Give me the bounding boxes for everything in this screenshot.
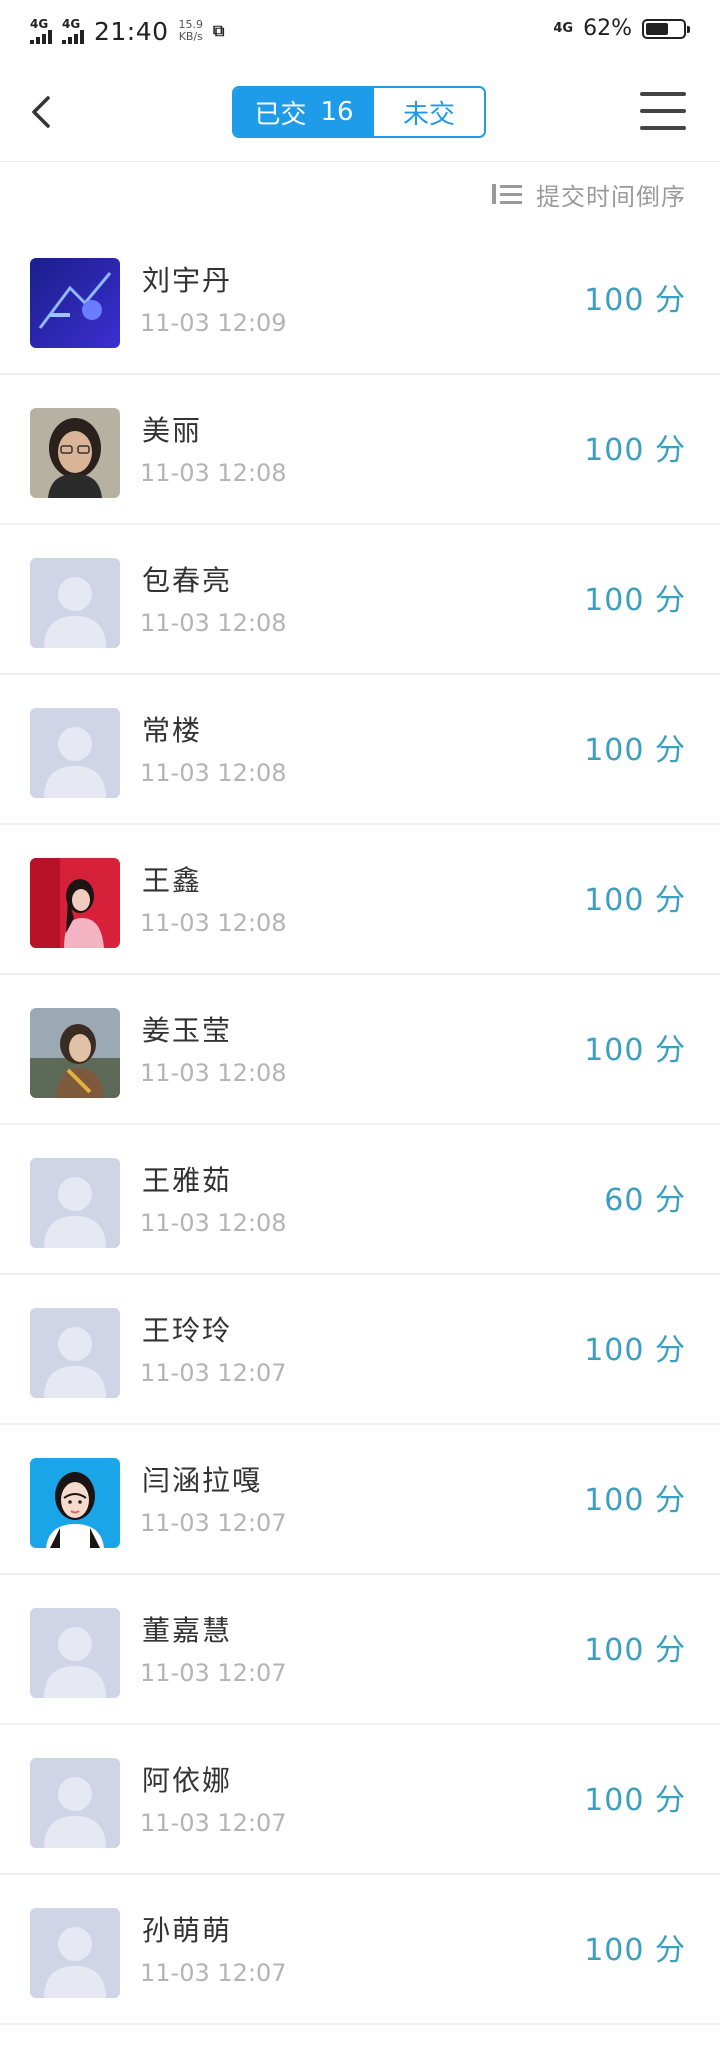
submission-time: 11-03 12:08 <box>140 909 287 937</box>
battery-percent: 62% <box>583 16 632 41</box>
submission-time: 11-03 12:08 <box>140 759 287 787</box>
score: 100 分 <box>584 1633 686 1668</box>
signal-2: 4G <box>62 18 84 44</box>
student-name: 董嘉慧 <box>142 1614 233 1647</box>
tab-submitted-label: 已交 <box>254 99 307 130</box>
battery-fill <box>646 22 669 35</box>
avatar <box>30 258 120 348</box>
network-type: 4G <box>553 21 574 36</box>
submission-time: 11-03 12:07 <box>140 1659 287 1687</box>
tab-submitted-count: 16 <box>320 97 354 127</box>
avatar <box>30 1458 120 1548</box>
submission-time: 11-03 12:07 <box>140 1809 287 1837</box>
submission-row[interactable]: 孙萌萌 11-03 12:07 100 分 <box>0 1875 720 2025</box>
nav-bar: 已交 16 未交 <box>0 62 720 162</box>
network-speed-unit: KB/s <box>178 30 203 43</box>
hamburger-icon <box>640 92 686 96</box>
signal-2-label: 4G <box>62 17 81 31</box>
score: 100 分 <box>584 1033 686 1068</box>
score: 100 分 <box>584 1483 686 1518</box>
avatar <box>30 858 120 948</box>
clock: 21:40 <box>94 16 169 46</box>
submission-row[interactable]: 包春亮 11-03 12:08 100 分 <box>0 525 720 675</box>
avatar <box>30 1308 120 1398</box>
tab-submitted[interactable]: 已交 16 <box>234 88 374 136</box>
avatar <box>30 408 120 498</box>
submission-list: 刘宇丹 11-03 12:09 100 分美丽 11-03 12:08 100 分包春亮… <box>0 225 720 2025</box>
sort-label: 提交时间倒序 <box>536 182 686 211</box>
score: 100 分 <box>584 883 686 918</box>
submission-time: 11-03 12:08 <box>140 1209 287 1237</box>
tab-not-submitted-label: 未交 <box>402 99 455 130</box>
avatar <box>30 1758 120 1848</box>
student-name: 阿依娜 <box>142 1764 233 1797</box>
status-bar-right: 4G 62% <box>553 16 690 41</box>
student-name: 闫涵拉嘎 <box>142 1464 263 1497</box>
avatar <box>30 1158 120 1248</box>
submission-time: 11-03 12:08 <box>140 1059 287 1087</box>
submission-row[interactable]: 阿依娜 11-03 12:07 100 分 <box>0 1725 720 1875</box>
submission-row[interactable]: 王玲玲 11-03 12:07 100 分 <box>0 1275 720 1425</box>
student-name: 刘宇丹 <box>142 264 233 297</box>
avatar <box>30 558 120 648</box>
submission-row[interactable]: 王雅茹 11-03 12:08 60 分 <box>0 1125 720 1275</box>
submission-row[interactable]: 常楼 11-03 12:08 100 分 <box>0 675 720 825</box>
student-name: 美丽 <box>142 414 203 447</box>
score: 100 分 <box>584 1333 686 1368</box>
back-button[interactable] <box>24 86 68 138</box>
student-name: 姜玉莹 <box>142 1014 233 1047</box>
tab-not-submitted[interactable]: 未交 <box>374 88 484 136</box>
notification-icon: ⧉ <box>213 21 225 40</box>
status-bar-left: 4G 4G 21:40 15.9 KB/s ⧉ <box>30 14 224 48</box>
status-bar: 4G 4G 21:40 15.9 KB/s ⧉ 4G 62% <box>0 0 720 62</box>
submission-row[interactable]: 姜玉莹 11-03 12:08 100 分 <box>0 975 720 1125</box>
submission-row[interactable]: 刘宇丹 11-03 12:09 100 分 <box>0 225 720 375</box>
student-name: 王玲玲 <box>142 1314 233 1347</box>
sort-list-icon <box>492 184 522 204</box>
score: 100 分 <box>584 433 686 468</box>
network-speed: 15.9 KB/s <box>179 19 204 43</box>
submission-row[interactable]: 王鑫 11-03 12:08 100 分 <box>0 825 720 975</box>
score: 100 分 <box>584 1933 686 1968</box>
submission-time: 11-03 12:07 <box>140 1509 287 1537</box>
student-name: 孙萌萌 <box>142 1914 233 1947</box>
back-arrow-icon <box>32 96 50 128</box>
signal-1: 4G <box>30 18 52 44</box>
student-name: 王雅茹 <box>142 1164 233 1197</box>
student-name: 常楼 <box>142 714 203 747</box>
submission-segmented-control: 已交 16 未交 <box>232 86 486 138</box>
sort-control[interactable]: 提交时间倒序 <box>0 163 720 225</box>
battery-icon <box>642 18 690 39</box>
submission-time: 11-03 12:07 <box>140 1359 287 1387</box>
submission-time: 11-03 12:09 <box>140 309 287 337</box>
avatar <box>30 1908 120 1998</box>
menu-button[interactable] <box>640 92 686 130</box>
avatar <box>30 708 120 798</box>
signal-bars-icon <box>30 30 52 44</box>
signal-bars-icon <box>62 30 84 44</box>
submission-time: 11-03 12:07 <box>140 1959 287 1987</box>
avatar <box>30 1008 120 1098</box>
score: 100 分 <box>584 733 686 768</box>
avatar <box>30 1608 120 1698</box>
submission-row[interactable]: 闫涵拉嘎 11-03 12:07 100 分 <box>0 1425 720 1575</box>
score: 100 分 <box>584 283 686 318</box>
submission-time: 11-03 12:08 <box>140 609 287 637</box>
student-name: 王鑫 <box>142 864 203 897</box>
score: 100 分 <box>584 1783 686 1818</box>
submission-time: 11-03 12:08 <box>140 459 287 487</box>
submission-row[interactable]: 董嘉慧 11-03 12:07 100 分 <box>0 1575 720 1725</box>
signal-1-label: 4G <box>30 17 49 31</box>
submission-row[interactable]: 美丽 11-03 12:08 100 分 <box>0 375 720 525</box>
student-name: 包春亮 <box>142 564 233 597</box>
score: 60 分 <box>604 1183 686 1218</box>
score: 100 分 <box>584 583 686 618</box>
